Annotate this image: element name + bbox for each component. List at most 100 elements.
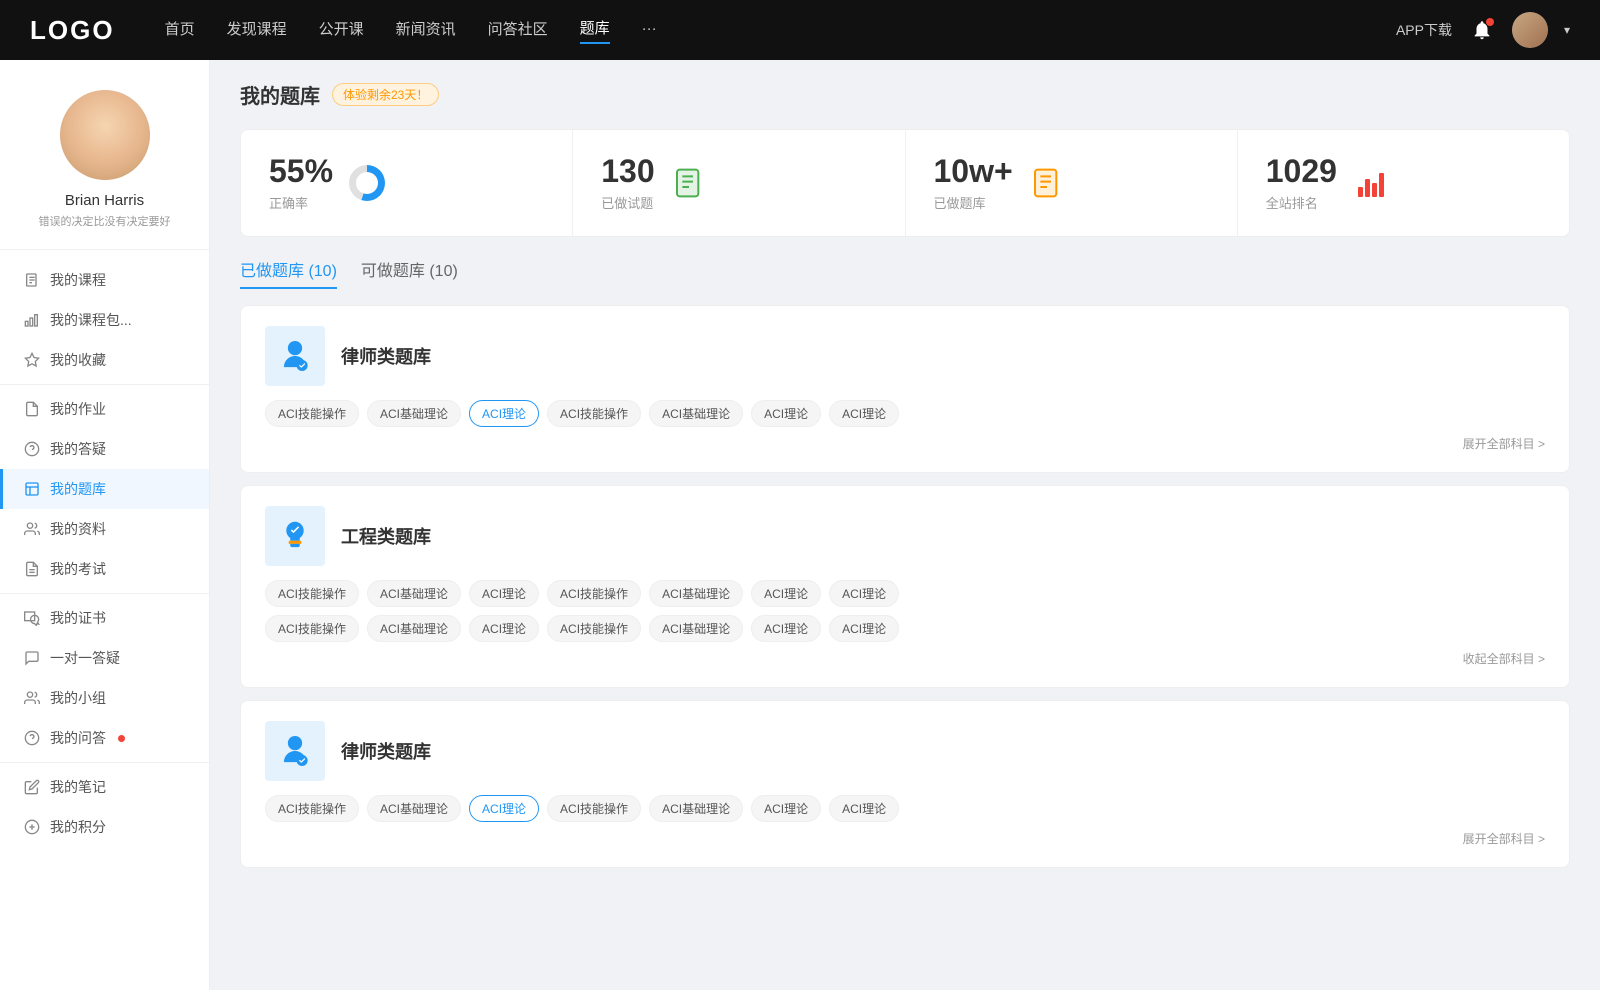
tag[interactable]: ACI基础理论 [367,615,461,642]
layout: Brian Harris 错误的决定比没有决定要好 我的课程 我的课程包... [0,60,1600,990]
menu-divider [0,762,209,763]
sidebar-item-myprofile[interactable]: 我的资料 [0,509,209,549]
tag[interactable]: ACI理论 [829,400,899,427]
group-icon [24,690,40,706]
nav-opencourse[interactable]: 公开课 [319,18,364,43]
nav-home[interactable]: 首页 [165,18,195,43]
tag[interactable]: ACI基础理论 [367,795,461,822]
tags-row-engineer-1: ACI技能操作 ACI基础理论 ACI理论 ACI技能操作 ACI基础理论 AC… [265,580,1545,607]
stat-label-done-q: 已做试题 [601,193,654,212]
bar-chart [1358,169,1384,197]
tag[interactable]: ACI技能操作 [265,580,359,607]
sidebar-item-points[interactable]: 我的积分 [0,807,209,847]
tag[interactable]: ACI理论 [469,615,539,642]
sidebar-item-group[interactable]: 我的小组 [0,678,209,718]
menu-label: 我的资料 [50,519,106,539]
nav-more[interactable]: ··· [642,20,657,41]
sidebar-item-coursepackage[interactable]: 我的课程包... [0,300,209,340]
nav-news[interactable]: 新闻资讯 [396,18,456,43]
points-icon [24,819,40,835]
sidebar-item-mycourse[interactable]: 我的课程 [0,260,209,300]
tag[interactable]: ACI理论 [751,795,821,822]
stat-value-rank: 1029 [1266,154,1337,189]
qa-icon [24,650,40,666]
tag-active[interactable]: ACI理论 [469,400,539,427]
tag[interactable]: ACI技能操作 [547,795,641,822]
tag[interactable]: ACI理论 [751,580,821,607]
nav-discover[interactable]: 发现课程 [227,18,287,43]
stat-info-rank: 1029 全站排名 [1266,154,1337,212]
nav-bank[interactable]: 题库 [580,17,610,44]
notification-bell[interactable] [1468,16,1496,44]
profile-motto: 错误的决定比没有决定要好 [39,213,171,229]
user-avatar[interactable] [1512,12,1548,48]
tag[interactable]: ACI基础理论 [649,615,743,642]
menu-label: 我的笔记 [50,777,106,797]
sidebar-menu: 我的课程 我的课程包... 我的收藏 [0,250,209,857]
sidebar-item-myqa[interactable]: 我的答疑 [0,429,209,469]
sidebar-item-1on1[interactable]: 一对一答疑 [0,638,209,678]
bank-header-lawyer1: 律师类题库 [265,326,1545,386]
page-header: 我的题库 体验剩余23天！ [240,80,1570,109]
tag[interactable]: ACI基础理论 [367,580,461,607]
stat-value-done-b: 10w+ [934,154,1013,189]
tag[interactable]: ACI技能操作 [547,400,641,427]
lawyer-icon-2 [265,721,325,781]
logo: LOGO [30,15,115,46]
tag[interactable]: ACI理论 [829,615,899,642]
navbar: LOGO 首页 发现课程 公开课 新闻资讯 问答社区 题库 ··· APP下载 … [0,0,1600,60]
tag[interactable]: ACI理论 [751,615,821,642]
tag[interactable]: ACI理论 [829,795,899,822]
bank-expand-engineer[interactable]: 收起全部科目 > [265,650,1545,667]
sidebar-item-homework[interactable]: 我的作业 [0,389,209,429]
menu-label: 我的作业 [50,399,106,419]
tag[interactable]: ACI基础理论 [367,400,461,427]
app-download-link[interactable]: APP下载 [1396,20,1452,40]
bank-header-lawyer2: 律师类题库 [265,721,1545,781]
sidebar-item-mybank[interactable]: 我的题库 [0,469,209,509]
nav-qa[interactable]: 问答社区 [488,18,548,43]
doc-green-icon [671,165,707,201]
user-menu-chevron[interactable]: ▾ [1564,23,1570,37]
profile-name: Brian Harris [65,192,144,209]
menu-label: 一对一答疑 [50,648,120,668]
sidebar-item-answer[interactable]: 我的问答 [0,718,209,758]
note-icon [24,779,40,795]
tab-available-banks[interactable]: 可做题库 (10) [361,257,458,289]
tag[interactable]: ACI技能操作 [547,580,641,607]
tag[interactable]: ACI技能操作 [265,400,359,427]
tag[interactable]: ACI理论 [469,580,539,607]
tag-active[interactable]: ACI理论 [469,795,539,822]
bank-icon [24,481,40,497]
bank-expand-lawyer2[interactable]: 展开全部科目 > [265,830,1545,847]
tag[interactable]: ACI理论 [751,400,821,427]
file-icon [24,272,40,288]
tag[interactable]: ACI技能操作 [547,615,641,642]
cert-icon [24,610,40,626]
menu-label: 我的课程 [50,270,106,290]
doc-icon [24,401,40,417]
tag[interactable]: ACI技能操作 [265,615,359,642]
bank-title-lawyer2: 律师类题库 [341,738,431,764]
tag[interactable]: ACI基础理论 [649,580,743,607]
stat-accuracy: 55% 正确率 [241,130,573,236]
stat-ranking: 1029 全站排名 [1238,130,1569,236]
tag[interactable]: ACI理论 [829,580,899,607]
bar1 [1358,187,1363,197]
tab-done-banks[interactable]: 已做题库 (10) [240,257,337,289]
tag[interactable]: ACI基础理论 [649,795,743,822]
tag[interactable]: ACI技能操作 [265,795,359,822]
sidebar-item-exam[interactable]: 我的考试 [0,549,209,589]
tag[interactable]: ACI基础理论 [649,400,743,427]
page-title: 我的题库 [240,80,320,109]
sidebar-item-cert[interactable]: 我的证书 [0,598,209,638]
bar2 [1365,179,1370,197]
bank-expand-lawyer1[interactable]: 展开全部科目 > [265,435,1545,452]
question-icon [24,441,40,457]
menu-label: 我的课程包... [50,310,132,330]
sidebar-item-notes[interactable]: 我的笔记 [0,767,209,807]
bank-title-lawyer1: 律师类题库 [341,343,431,369]
stat-info-done-b: 10w+ 已做题库 [934,154,1013,212]
sidebar-item-favorites[interactable]: 我的收藏 [0,340,209,380]
unread-dot [118,735,125,742]
